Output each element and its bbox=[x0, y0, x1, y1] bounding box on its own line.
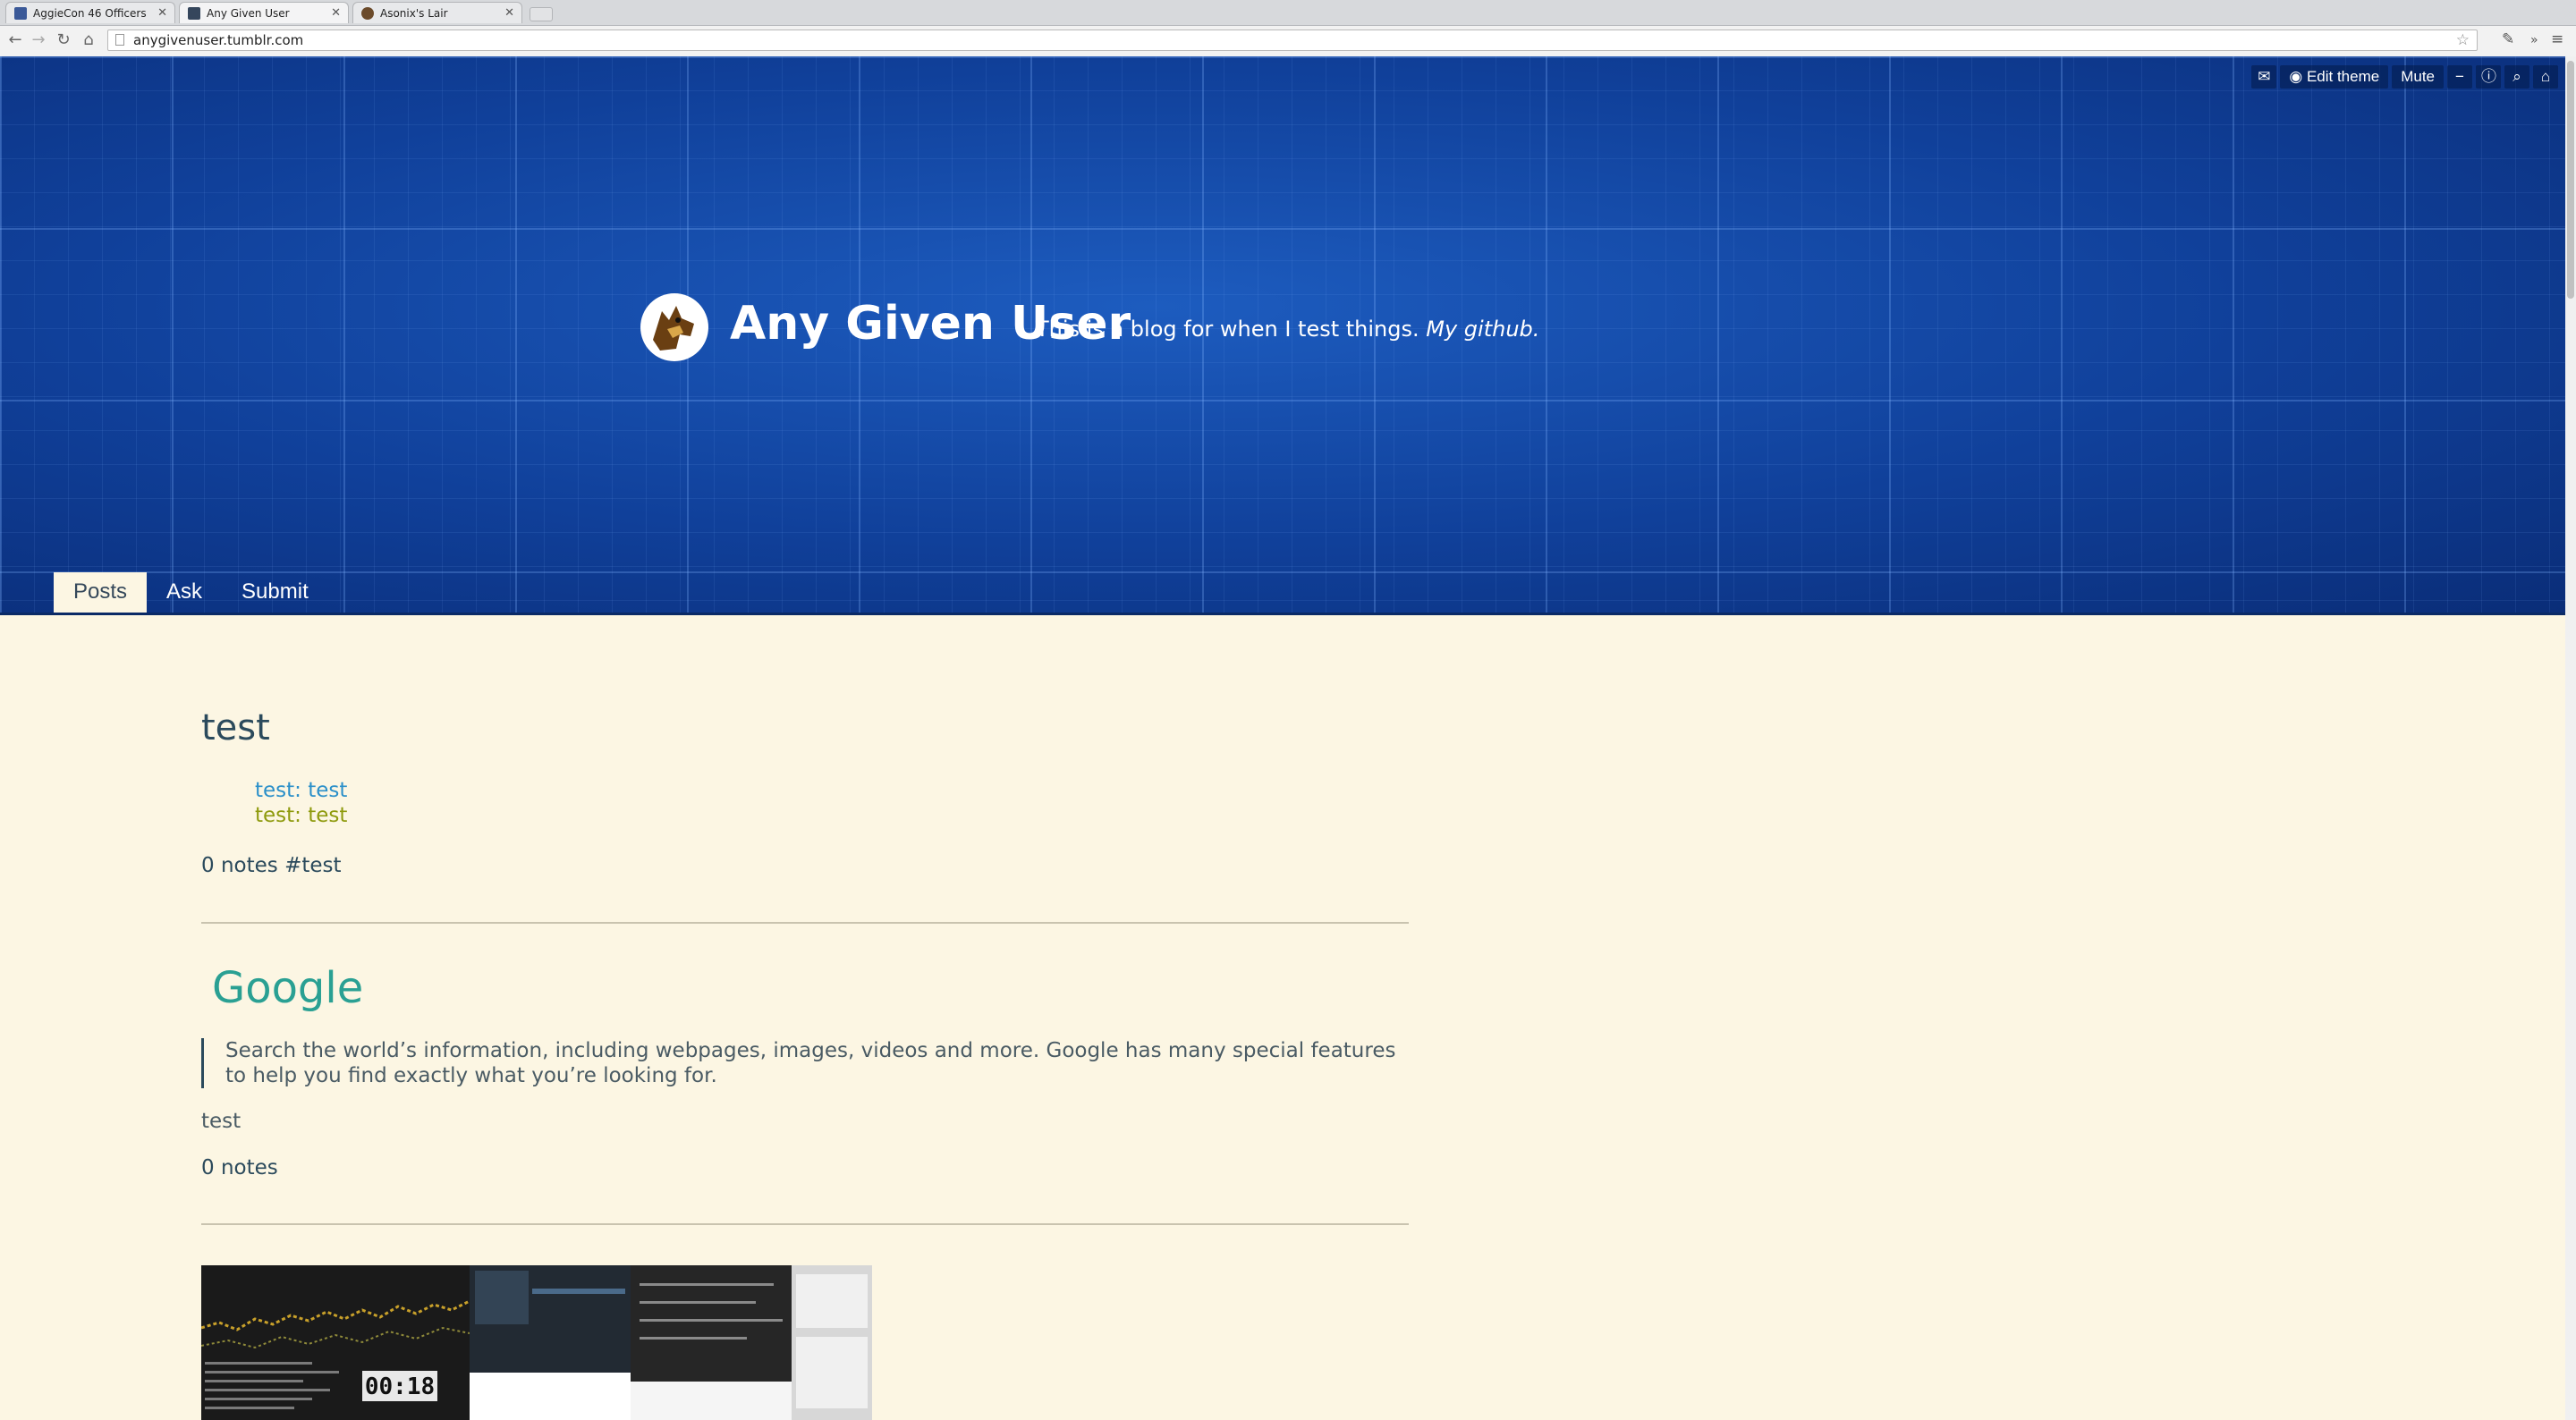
edit-theme-label: Edit theme bbox=[2306, 68, 2380, 85]
browser-toolbar: ← → ↻ ⌂ anygivenuser.tumblr.com ☆ ✎ » ≡ bbox=[0, 26, 2576, 57]
link-quote: Search the world’s information, includin… bbox=[201, 1038, 1400, 1088]
avatar[interactable] bbox=[640, 293, 708, 361]
home-icon[interactable]: ⌂ bbox=[2533, 65, 2558, 89]
chat-post-title[interactable]: test bbox=[201, 707, 270, 748]
new-tab-button[interactable] bbox=[530, 7, 553, 21]
info-icon[interactable]: ⓘ bbox=[2476, 65, 2501, 89]
tab-aggiecon[interactable]: AggieCon 46 Officers ✕ bbox=[5, 2, 175, 23]
close-icon[interactable]: ✕ bbox=[504, 3, 514, 23]
link-post-title[interactable]: Google bbox=[212, 963, 363, 1013]
forward-icon[interactable]: → bbox=[29, 30, 48, 50]
close-icon[interactable]: ✕ bbox=[331, 3, 341, 23]
notes-count[interactable]: 0 notes bbox=[201, 1156, 278, 1179]
tab-submit[interactable]: Submit bbox=[222, 572, 328, 613]
description-text: This is a blog for when I test things. bbox=[1036, 317, 1419, 342]
browser-tab-strip: AggieCon 46 Officers ✕ Any Given User ✕ … bbox=[0, 0, 2576, 26]
eye-icon: ◉ bbox=[2289, 68, 2303, 85]
blog-nav: Posts Ask Submit bbox=[54, 572, 328, 613]
menu-icon[interactable]: ≡ bbox=[2551, 30, 2563, 48]
search-icon[interactable]: ⌕ bbox=[2504, 65, 2529, 89]
github-link[interactable]: My github. bbox=[1426, 317, 1539, 342]
facebook-icon bbox=[14, 7, 27, 20]
home-icon[interactable]: ⌂ bbox=[79, 30, 98, 50]
tab-title: AggieCon 46 Officers bbox=[33, 7, 147, 20]
bookmark-star-icon[interactable]: ☆ bbox=[2456, 30, 2470, 50]
chat-line: test: test bbox=[255, 804, 348, 827]
tab-title: Any Given User bbox=[207, 7, 290, 20]
post-divider bbox=[201, 922, 1409, 924]
chat-post-meta: 0 notes #test bbox=[201, 854, 342, 877]
blog-description: This is a blog for when I test things. M… bbox=[1036, 317, 1539, 342]
url-text: anygivenuser.tumblr.com bbox=[133, 32, 304, 48]
wolf-icon bbox=[361, 7, 374, 20]
tag-link[interactable]: #test bbox=[284, 854, 341, 877]
tab-title: Asonix's Lair bbox=[380, 7, 448, 20]
tab-any-given-user[interactable]: Any Given User ✕ bbox=[179, 2, 349, 23]
tab-posts[interactable]: Posts bbox=[54, 572, 148, 613]
tab-ask[interactable]: Ask bbox=[147, 572, 222, 613]
page-icon bbox=[115, 34, 124, 46]
link-post-body: test bbox=[201, 1110, 242, 1133]
tumblr-controls: ✉ ◉ Edit theme Mute − ⓘ ⌕ ⌂ bbox=[2251, 65, 2558, 89]
address-bar[interactable]: anygivenuser.tumblr.com ☆ bbox=[107, 30, 2478, 51]
mute-button[interactable]: Mute bbox=[2392, 65, 2444, 89]
photo-post-image[interactable]: 00:18 bbox=[201, 1265, 872, 1420]
notes-count[interactable]: 0 notes bbox=[201, 854, 278, 877]
post-divider bbox=[201, 1223, 1409, 1225]
mail-icon[interactable]: ✉ bbox=[2251, 65, 2277, 89]
edit-theme-button[interactable]: ◉ Edit theme bbox=[2280, 65, 2389, 89]
extension-icon[interactable]: ✎ bbox=[2502, 30, 2514, 48]
minus-icon[interactable]: − bbox=[2447, 65, 2472, 89]
back-icon[interactable]: ← bbox=[5, 30, 25, 50]
tumblr-icon bbox=[188, 7, 200, 20]
close-icon[interactable]: ✕ bbox=[157, 3, 167, 23]
chat-line: test: test bbox=[255, 779, 348, 802]
reload-icon[interactable]: ↻ bbox=[54, 30, 73, 50]
clock-readout: 00:18 bbox=[365, 1374, 435, 1400]
blog-header: ✉ ◉ Edit theme Mute − ⓘ ⌕ ⌂ Any Given Us… bbox=[0, 56, 2565, 615]
scrollbar-thumb[interactable] bbox=[2567, 61, 2574, 299]
tab-asonix-lair[interactable]: Asonix's Lair ✕ bbox=[352, 2, 522, 23]
chevron-right-icon[interactable]: » bbox=[2530, 33, 2538, 47]
